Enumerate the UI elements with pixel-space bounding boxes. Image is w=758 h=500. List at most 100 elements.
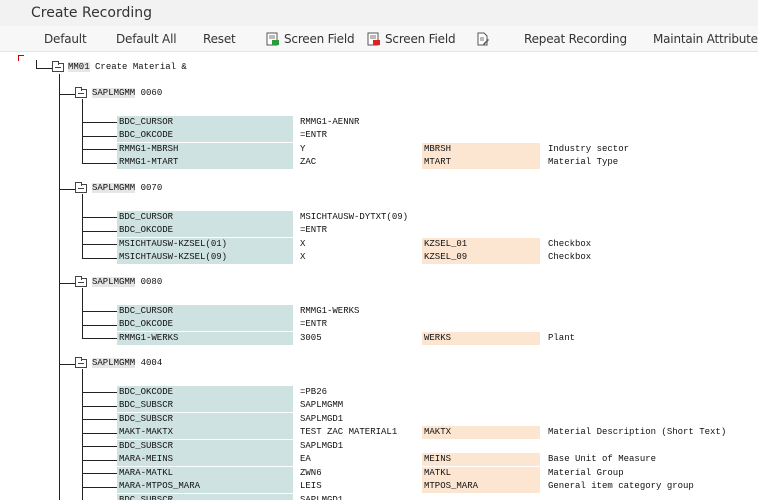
field-name-cell: BDC_SUBSCR <box>117 412 293 426</box>
field-description-cell: Industry sector <box>548 143 630 154</box>
table-row[interactable]: RMMG1-WERKS 3005 WERKS Plant <box>117 331 757 345</box>
field-name-cell: BDC_OKCODE <box>117 129 293 142</box>
table-row[interactable]: MARA-MATKL ZWN6 MATKL Material Group <box>117 466 757 480</box>
folder-icon[interactable] <box>75 276 87 287</box>
field-name-cell: MARA-MEINS <box>117 453 293 466</box>
reset-button[interactable]: Reset <box>203 32 236 46</box>
table-row[interactable]: MARA-MEINS EA MEINS Base Unit of Measure <box>117 453 757 466</box>
field-name-cell: MSICHTAUSW-KZSEL(01) <box>117 237 293 251</box>
tree-connector-line <box>82 405 117 407</box>
field-value-cell: =ENTR <box>300 319 328 329</box>
field-name-cell: BDC_SUBSCR <box>117 399 293 412</box>
field-value-cell: SAPLMGMM <box>300 400 344 410</box>
field-value-cell: ZWN6 <box>300 467 322 478</box>
default-all-button[interactable]: Default All <box>116 32 177 46</box>
delete-screen-field-label: Screen Field <box>385 32 456 46</box>
table-row[interactable]: BDC_OKCODE =ENTR <box>117 224 757 237</box>
tree-connector-line <box>82 257 117 259</box>
title-bar: Create Recording <box>0 0 758 26</box>
default-button[interactable]: Default <box>44 32 87 46</box>
field-value-cell: RMMG1-AENNR <box>300 116 360 127</box>
tree-connector-line <box>82 99 83 163</box>
tree-connector-line <box>82 338 117 339</box>
folder-icon[interactable] <box>75 357 87 368</box>
application-toolbar: Default Default All Reset Screen Field S… <box>0 26 758 52</box>
screen-node[interactable]: SAPLMGMM 0070 <box>92 183 162 194</box>
tree-connector-line <box>82 392 117 393</box>
table-row[interactable]: BDC_CURSOR MSICHTAUSW-DYTXT(09) <box>117 210 758 224</box>
tree-connector-line <box>82 311 117 312</box>
folder-icon[interactable] <box>52 61 64 72</box>
table-row[interactable]: BDC_OKCODE =ENTR <box>117 318 757 331</box>
table-row[interactable]: MARA-MTPOS_MARA LEIS MTPOS_MARA General ite… <box>117 480 757 493</box>
screen-field-cell: KZSEL_09 <box>422 251 540 264</box>
field-description-cell <box>546 413 758 426</box>
field-value-cell: SAPLMGD1 <box>300 494 344 500</box>
tree-connector-line <box>82 419 117 420</box>
screen-field-cell <box>422 116 540 129</box>
field-name-cell: MARA-MTPOS_MARA <box>117 480 293 493</box>
screen-field-cell <box>422 211 540 224</box>
screen-program: SAPLMGMM <box>92 88 136 98</box>
repeat-recording-label: Repeat Recording <box>524 32 627 46</box>
field-description-cell <box>546 211 758 224</box>
tree-connector-line <box>82 230 117 232</box>
table-row[interactable]: MSICHTAUSW-KZSEL(01) X KZSEL_01 Checkbox <box>117 237 757 251</box>
tree-connector-line <box>82 446 117 447</box>
table-row[interactable]: BDC_CURSOR RMMG1-AENNR <box>117 115 757 129</box>
field-name-cell: BDC_CURSOR <box>117 115 293 129</box>
table-row[interactable]: BDC_SUBSCR SAPLMGD1 <box>117 412 758 426</box>
screen-field-cell <box>422 318 540 331</box>
field-description-cell: General item category group <box>548 481 694 491</box>
screen-program: SAPLMGMM <box>92 183 136 193</box>
screen-node[interactable]: SAPLMGMM 4004 <box>92 358 162 369</box>
tree-connector-line <box>82 149 117 150</box>
table-row[interactable]: BDC_CURSOR RMMG1-WERKS <box>117 304 757 318</box>
screen-field-cell <box>422 305 540 318</box>
edit-document-button[interactable] <box>476 32 494 46</box>
tree-connector-line <box>82 324 117 326</box>
reset-button-label: Reset <box>203 32 236 46</box>
field-name-cell: MAKT-MAKTX <box>117 426 293 439</box>
table-row[interactable]: MSICHTAUSW-KZSEL(09) X KZSEL_09 Checkbox <box>117 251 757 264</box>
field-name-cell: RMMG1-MBRSH <box>117 142 293 156</box>
field-description-cell <box>546 386 758 399</box>
field-name-cell: BDC_CURSOR <box>117 304 293 318</box>
default-button-label: Default <box>44 32 87 46</box>
screen-node[interactable]: SAPLMGMM 0080 <box>92 277 162 288</box>
field-description-cell: Base Unit of Measure <box>548 454 657 464</box>
maintain-attributes-button[interactable]: Maintain Attributes <box>653 32 758 46</box>
screen-field-delete-icon <box>367 32 381 46</box>
field-value-cell: EA <box>300 454 311 464</box>
screen-node[interactable]: SAPLMGMM 0060 <box>92 88 162 99</box>
field-name-cell: MARA-MATKL <box>117 466 293 480</box>
folder-icon[interactable] <box>75 182 87 193</box>
table-row[interactable]: RMMG1-MTART ZAC MTART Material Type <box>117 156 757 169</box>
table-row[interactable]: BDC_SUBSCR SAPLMGD1 <box>117 493 758 500</box>
table-row[interactable]: RMMG1-MBRSH Y MBRSH Industry sector <box>117 142 757 156</box>
table-row[interactable]: BDC_SUBSCR SAPLMGD1 <box>117 439 757 453</box>
delete-screen-field-button[interactable]: Screen Field <box>367 32 456 46</box>
screen-field-insert-icon <box>266 32 280 46</box>
tree-connector-line <box>82 432 117 434</box>
screen-field-cell <box>422 224 540 237</box>
field-description-cell: Material Group <box>548 467 624 478</box>
insert-screen-field-label: Screen Field <box>284 32 355 46</box>
tree-connector-line <box>82 369 83 500</box>
tree-connector-line <box>82 162 117 164</box>
table-row[interactable]: BDC_OKCODE =PB26 <box>117 385 758 399</box>
tree-connector-line <box>82 122 117 123</box>
root-transaction-node[interactable]: MM01 Create Material & <box>68 62 187 73</box>
field-name-cell: RMMG1-MTART <box>117 156 293 169</box>
insert-screen-field-button[interactable]: Screen Field <box>266 32 355 46</box>
folder-icon[interactable] <box>75 87 87 98</box>
table-row[interactable]: BDC_OKCODE =ENTR <box>117 129 757 142</box>
default-all-button-label: Default All <box>116 32 177 46</box>
field-name-cell: BDC_SUBSCR <box>117 493 293 500</box>
repeat-recording-button[interactable]: Repeat Recording <box>524 32 627 46</box>
table-row[interactable]: MAKT-MAKTX TEST ZAC MATERIAL1 MAKTX Materia… <box>117 426 757 439</box>
field-description-cell <box>546 494 758 500</box>
table-row[interactable]: BDC_SUBSCR SAPLMGMM <box>117 399 757 412</box>
screen-field-cell <box>422 386 540 399</box>
edit-document-icon <box>476 32 490 46</box>
